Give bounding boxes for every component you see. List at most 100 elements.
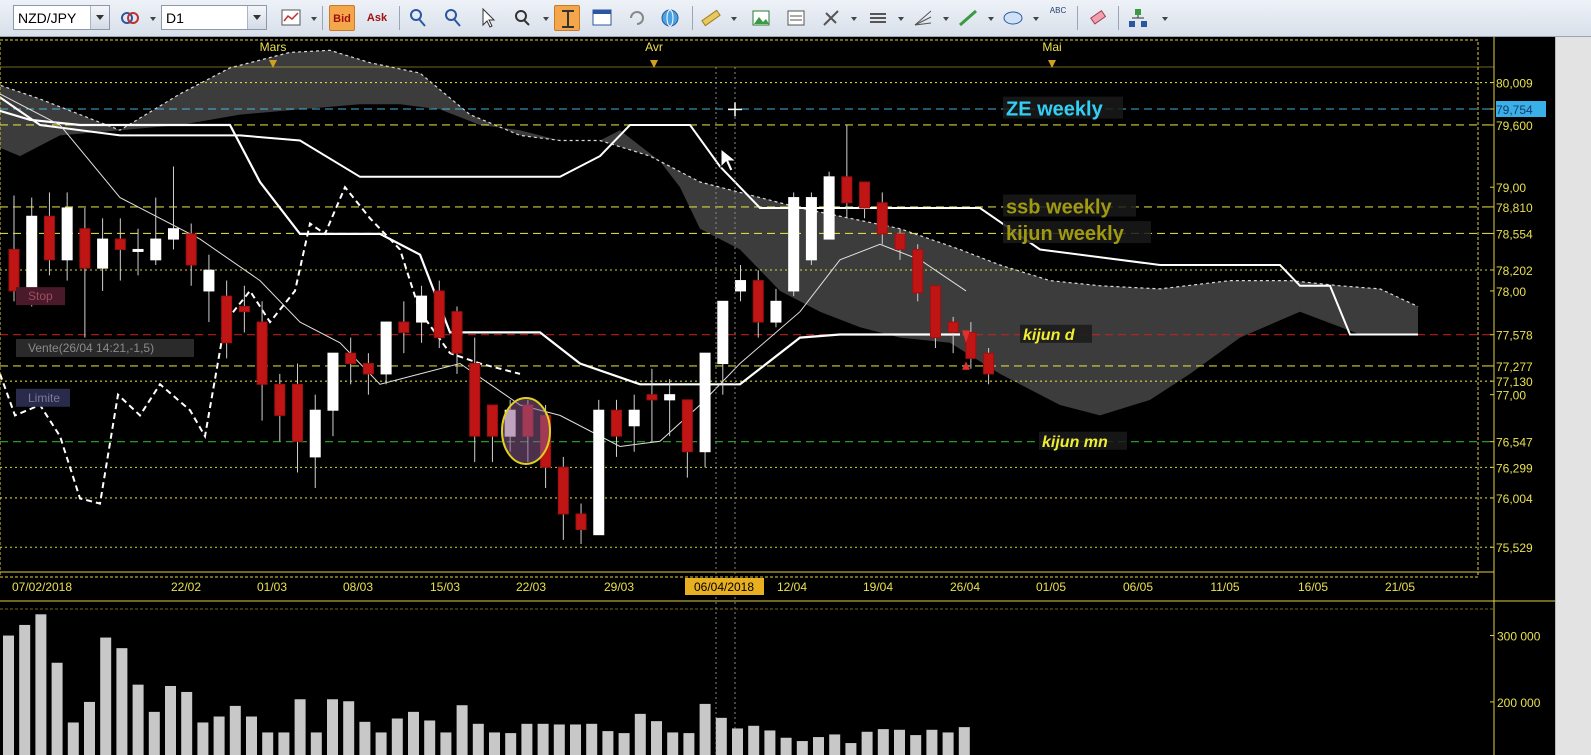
text-tool-icon[interactable]: ABC xyxy=(1045,5,1071,31)
volume-bar xyxy=(100,637,112,755)
month-label: Avr xyxy=(645,40,663,54)
chart-type-dropdown-icon[interactable] xyxy=(311,17,317,21)
candle-body xyxy=(327,352,339,411)
candle-body xyxy=(486,404,498,437)
chevron-down-icon[interactable] xyxy=(90,6,109,29)
candle-body xyxy=(469,363,481,437)
timeframe-select-value: D1 xyxy=(166,10,184,26)
price-tick-label: 77,00 xyxy=(1496,389,1526,403)
trendline-dropdown-icon[interactable] xyxy=(988,17,994,21)
magnifier-range-icon[interactable] xyxy=(510,5,536,31)
object-tree-icon[interactable] xyxy=(1125,5,1151,31)
symbol-select[interactable]: NZD/JPY xyxy=(13,5,110,30)
link-dropdown-arrow-icon[interactable] xyxy=(150,17,156,21)
ruler-dropdown-icon[interactable] xyxy=(731,17,737,21)
candle-body xyxy=(894,233,906,250)
template-icon[interactable] xyxy=(783,5,809,31)
price-tick-label: 76,004 xyxy=(1496,492,1533,506)
price-tick-label: 78,202 xyxy=(1496,264,1533,278)
volume-bar xyxy=(472,723,484,755)
symbol-select-value: NZD/JPY xyxy=(18,10,77,26)
eraser-icon[interactable] xyxy=(1085,5,1111,31)
volume-bar xyxy=(877,729,889,755)
candle-body xyxy=(805,197,817,261)
candle-body xyxy=(610,409,622,437)
candle-body xyxy=(61,207,73,261)
volume-bar xyxy=(440,732,452,755)
candle-body xyxy=(132,248,144,252)
candle-body xyxy=(97,238,109,269)
price-tick-label: 77,578 xyxy=(1496,329,1533,343)
lines-dropdown-icon[interactable] xyxy=(898,17,904,21)
trendline-icon[interactable] xyxy=(955,5,981,31)
toolbar: NZD/JPY D1 Bid Ask ABC xyxy=(0,0,1591,37)
horizontal-lines-icon[interactable] xyxy=(865,5,891,31)
zoom-out-icon[interactable] xyxy=(440,5,466,31)
price-tick-label: 78,810 xyxy=(1496,201,1533,215)
month-label: Mars xyxy=(260,40,287,54)
date-cursor-label: 06/04/2018 xyxy=(694,580,754,594)
ask-button[interactable]: Ask xyxy=(364,5,390,31)
candle-body xyxy=(292,383,304,442)
refresh-icon[interactable] xyxy=(624,5,650,31)
candle-body xyxy=(167,228,179,240)
candle-body xyxy=(929,285,941,339)
volume-bar xyxy=(715,717,727,755)
toolbar-separator xyxy=(1118,6,1119,30)
candle-body xyxy=(416,295,428,323)
candle-body xyxy=(8,248,20,292)
candle-body xyxy=(433,290,445,339)
price-tick-label: 77,277 xyxy=(1496,360,1533,374)
date-tick-label: 08/03 xyxy=(343,580,373,594)
candle-body xyxy=(770,300,782,323)
candle-body xyxy=(274,383,286,416)
volume-bar xyxy=(84,701,95,755)
chart-area[interactable]: 80,009 79,754 79,600 79,00 78,810 78,554 78,20… xyxy=(0,37,1591,755)
candle-body xyxy=(735,280,747,292)
volume-bar xyxy=(521,723,533,755)
date-tick-label: 22/02 xyxy=(171,580,201,594)
fan-tool-icon[interactable] xyxy=(910,5,936,31)
volume-bar xyxy=(910,735,922,755)
annotation-label: ssb weekly xyxy=(1006,196,1113,218)
chevron-down-icon[interactable] xyxy=(247,6,266,29)
candle-body xyxy=(646,394,658,401)
window-properties-icon[interactable] xyxy=(589,5,615,31)
volume-bar xyxy=(813,737,824,755)
candle-body xyxy=(362,363,374,375)
volume-bar xyxy=(699,703,711,755)
timeframe-select[interactable]: D1 xyxy=(161,5,267,30)
volume-bar xyxy=(456,705,468,755)
chart-type-icon[interactable] xyxy=(278,5,304,31)
toolbar-overflow-icon[interactable] xyxy=(1162,17,1168,21)
candle-body xyxy=(345,352,357,365)
drawing-dropdown-icon[interactable] xyxy=(851,17,857,21)
bid-button[interactable]: Bid xyxy=(329,5,355,31)
annotation-label: ZE weekly xyxy=(1006,98,1104,120)
fan-dropdown-icon[interactable] xyxy=(943,17,949,21)
date-tick-label: 16/05 xyxy=(1298,580,1328,594)
candle-body xyxy=(150,238,162,261)
link-chart-icon[interactable] xyxy=(117,5,143,31)
volume-bar xyxy=(359,721,371,755)
toolbar-separator xyxy=(399,6,400,30)
price-tick-label: 76,547 xyxy=(1496,436,1533,450)
volume-bar xyxy=(942,732,954,755)
candle-body xyxy=(717,300,729,365)
globe-icon[interactable] xyxy=(657,5,683,31)
date-tick-label: 11/05 xyxy=(1210,580,1239,594)
drawing-tools-icon[interactable] xyxy=(818,5,844,31)
ellipse-tool-icon[interactable] xyxy=(1000,5,1026,31)
vertical-scrollbar[interactable] xyxy=(1555,37,1591,755)
magnifier-dropdown-icon[interactable] xyxy=(543,17,549,21)
image-icon[interactable] xyxy=(748,5,774,31)
volume-bar xyxy=(683,733,695,755)
price-tick-label: 78,554 xyxy=(1496,227,1533,241)
price-tick-label: 76,299 xyxy=(1496,461,1533,475)
ruler-icon[interactable] xyxy=(698,5,724,31)
candle-body xyxy=(185,233,197,266)
crosshair-tool-icon[interactable] xyxy=(554,5,580,31)
zoom-in-icon[interactable] xyxy=(405,5,431,31)
ellipse-dropdown-icon[interactable] xyxy=(1033,17,1039,21)
pointer-tool-icon[interactable] xyxy=(475,5,501,31)
